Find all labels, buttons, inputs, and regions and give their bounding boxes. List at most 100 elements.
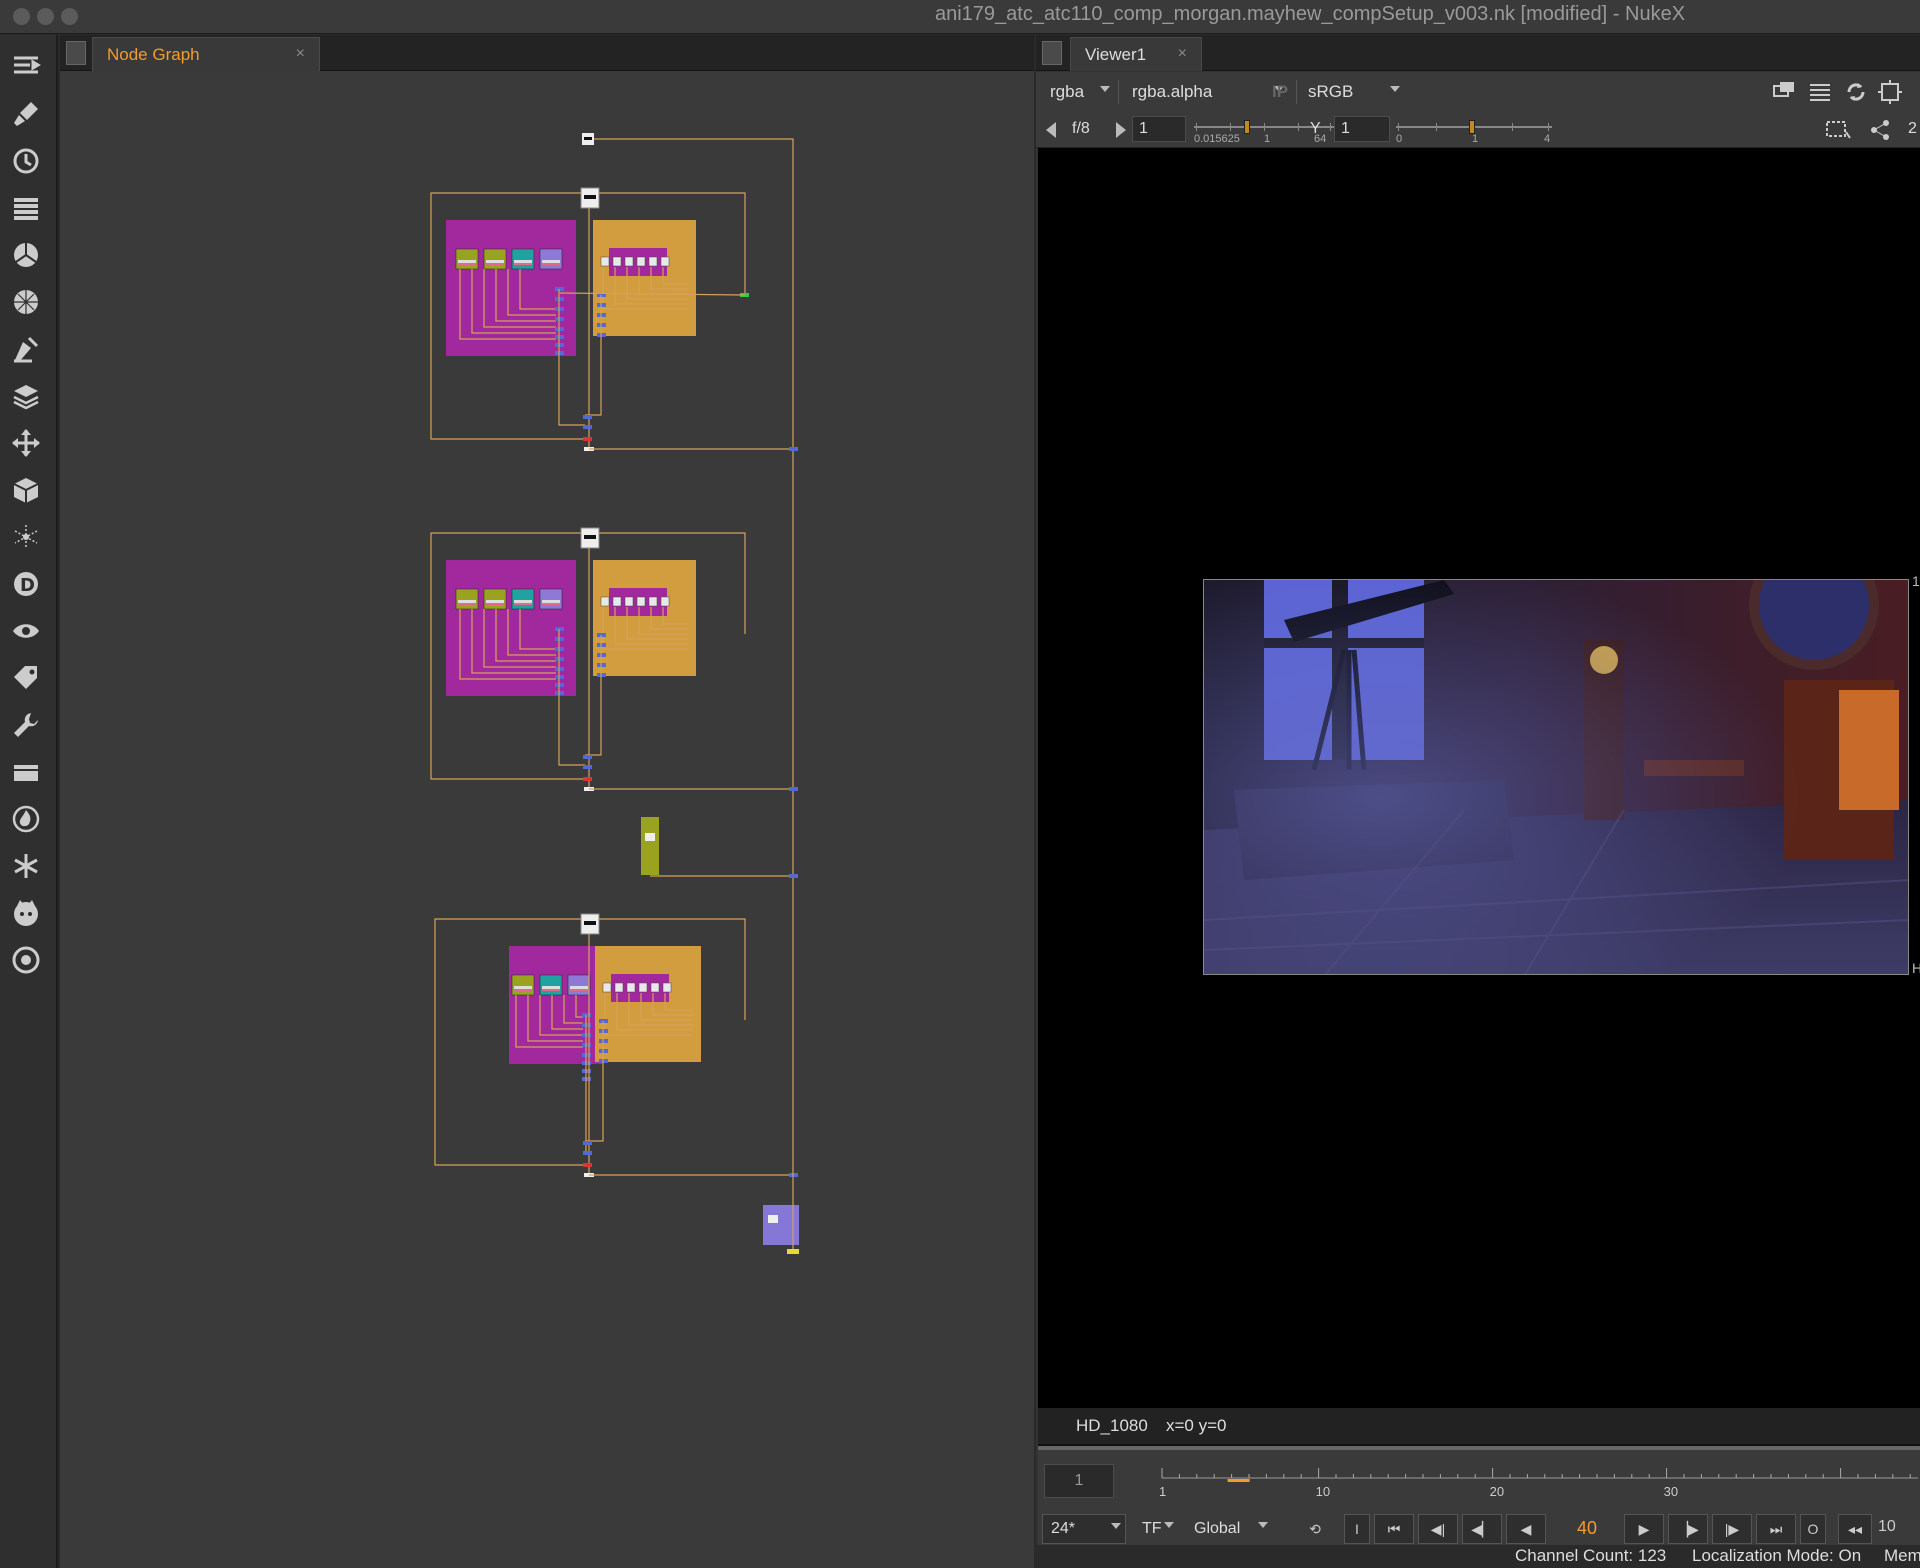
dot-node[interactable] xyxy=(583,415,592,419)
small-node-stripe[interactable] xyxy=(458,263,476,265)
tag-icon[interactable] xyxy=(8,660,44,696)
small-node[interactable] xyxy=(600,256,610,267)
small-node[interactable] xyxy=(660,596,670,607)
out-point-button[interactable]: O xyxy=(1800,1514,1826,1544)
dot-node[interactable] xyxy=(583,1151,592,1155)
small-node-stripe[interactable] xyxy=(514,603,532,605)
small-node-stripe[interactable] xyxy=(542,263,560,265)
backdrop-orange[interactable] xyxy=(595,946,701,1062)
fstop-decrease-icon[interactable] xyxy=(1046,122,1058,138)
dot-node[interactable] xyxy=(583,425,592,429)
cat-icon[interactable] xyxy=(8,895,44,931)
gain-field[interactable]: 1 xyxy=(1132,116,1186,142)
small-node[interactable] xyxy=(511,974,535,996)
small-node[interactable] xyxy=(600,596,610,607)
prev-keyframe-icon[interactable]: ◀| xyxy=(1418,1514,1458,1544)
pie-chart-icon[interactable] xyxy=(8,237,44,273)
list-view-icon[interactable] xyxy=(1808,80,1832,104)
node-label-bar[interactable] xyxy=(584,921,596,925)
small-node[interactable] xyxy=(648,596,658,607)
skip-value[interactable]: 10 xyxy=(1878,1518,1896,1536)
small-node[interactable] xyxy=(636,256,646,267)
small-node[interactable] xyxy=(650,982,660,993)
small-node-stripe[interactable] xyxy=(486,260,504,263)
step-back-icon[interactable]: ◀▏ xyxy=(1462,1514,1502,1544)
small-node[interactable] xyxy=(648,256,658,267)
maximize-window-icon[interactable] xyxy=(61,8,78,25)
snowflake-icon[interactable] xyxy=(8,848,44,884)
small-node[interactable] xyxy=(612,596,622,607)
gain-slider-thumb[interactable] xyxy=(1244,120,1250,134)
small-node[interactable] xyxy=(626,982,636,993)
small-node[interactable] xyxy=(483,248,507,270)
tf-dropdown[interactable]: TF xyxy=(1134,1514,1178,1544)
transform-handle-icon[interactable] xyxy=(1866,118,1894,142)
wrench-icon[interactable] xyxy=(8,707,44,743)
brush-icon[interactable] xyxy=(8,96,44,132)
small-node-stripe[interactable] xyxy=(486,600,504,603)
small-node[interactable] xyxy=(567,974,591,996)
minimize-window-icon[interactable] xyxy=(37,8,54,25)
pane-menu-handle[interactable] xyxy=(66,41,86,65)
fstop-increase-icon[interactable] xyxy=(1116,122,1128,138)
colorspace-dropdown[interactable]: sRGB xyxy=(1300,78,1404,106)
d-logo-icon[interactable]: D xyxy=(8,566,44,602)
drawer-icon[interactable] xyxy=(8,754,44,790)
list-icon[interactable] xyxy=(8,190,44,226)
input-process-toggle[interactable]: IP xyxy=(1264,78,1288,106)
fstop-label[interactable]: f/8 xyxy=(1072,120,1090,138)
small-node-stripe[interactable] xyxy=(514,263,532,265)
small-node[interactable] xyxy=(612,256,622,267)
viewer-canvas[interactable]: 19 HI xyxy=(1038,148,1920,1408)
step-forward-icon[interactable]: ▕▶ xyxy=(1668,1514,1708,1544)
cube-icon[interactable] xyxy=(8,472,44,508)
node-graph-drawing[interactable] xyxy=(60,71,1034,1568)
dot-node[interactable] xyxy=(583,1163,592,1167)
backdrop-orange[interactable] xyxy=(593,220,696,336)
tab-viewer1[interactable]: Viewer1 × xyxy=(1070,37,1202,71)
small-node-stripe[interactable] xyxy=(458,600,476,603)
backdrop-orange[interactable] xyxy=(593,560,696,676)
node-label-bar[interactable] xyxy=(584,195,596,199)
small-node-stripe[interactable] xyxy=(514,260,532,263)
play-forward-icon[interactable]: ▶ xyxy=(1624,1514,1664,1544)
refresh-icon[interactable] xyxy=(1844,80,1868,104)
node-column[interactable] xyxy=(641,817,659,875)
viewer-pane-menu-handle[interactable] xyxy=(1042,41,1062,65)
small-node-stripe[interactable] xyxy=(542,603,560,605)
pen-tool-icon[interactable] xyxy=(8,331,44,367)
small-node[interactable] xyxy=(483,588,507,610)
small-node[interactable] xyxy=(539,248,563,270)
clock-icon[interactable] xyxy=(8,143,44,179)
dot-node[interactable] xyxy=(583,1141,592,1145)
small-node-stripe[interactable] xyxy=(514,600,532,603)
small-node[interactable] xyxy=(636,596,646,607)
skip-back-icon[interactable]: ◂◂ xyxy=(1838,1514,1872,1544)
particles-icon[interactable] xyxy=(8,519,44,555)
write-node[interactable] xyxy=(787,1249,799,1254)
menu-expand-icon[interactable] xyxy=(8,49,44,85)
small-node[interactable] xyxy=(602,982,612,993)
wipe-icon[interactable] xyxy=(1772,80,1796,104)
small-node[interactable] xyxy=(624,596,634,607)
region-select-icon[interactable] xyxy=(1824,118,1852,142)
gamma-field[interactable]: 1 xyxy=(1334,116,1390,142)
timeline-ruler[interactable]: 1 10 20 30 xyxy=(1118,1460,1918,1504)
next-keyframe-icon[interactable]: |▶ xyxy=(1712,1514,1752,1544)
channels-dropdown[interactable]: rgba xyxy=(1042,78,1114,106)
small-node[interactable] xyxy=(539,588,563,610)
small-node-stripe[interactable] xyxy=(514,986,532,989)
small-node-stripe[interactable] xyxy=(486,603,504,605)
dot-node[interactable] xyxy=(583,755,592,759)
node-label-bar[interactable] xyxy=(584,535,596,539)
small-node-stripe[interactable] xyxy=(486,263,504,265)
roi-icon[interactable] xyxy=(1878,80,1902,104)
node-graph-canvas[interactable] xyxy=(60,71,1034,1568)
tab-node-graph[interactable]: Node Graph × xyxy=(92,37,320,71)
tab-node-graph-close-icon[interactable]: × xyxy=(296,45,305,63)
first-frame-icon[interactable]: ⏮ xyxy=(1374,1514,1414,1544)
small-node-stripe[interactable] xyxy=(542,600,560,603)
small-node-stripe[interactable] xyxy=(458,603,476,605)
layers-icon[interactable] xyxy=(8,378,44,414)
dot-node[interactable] xyxy=(583,765,592,769)
